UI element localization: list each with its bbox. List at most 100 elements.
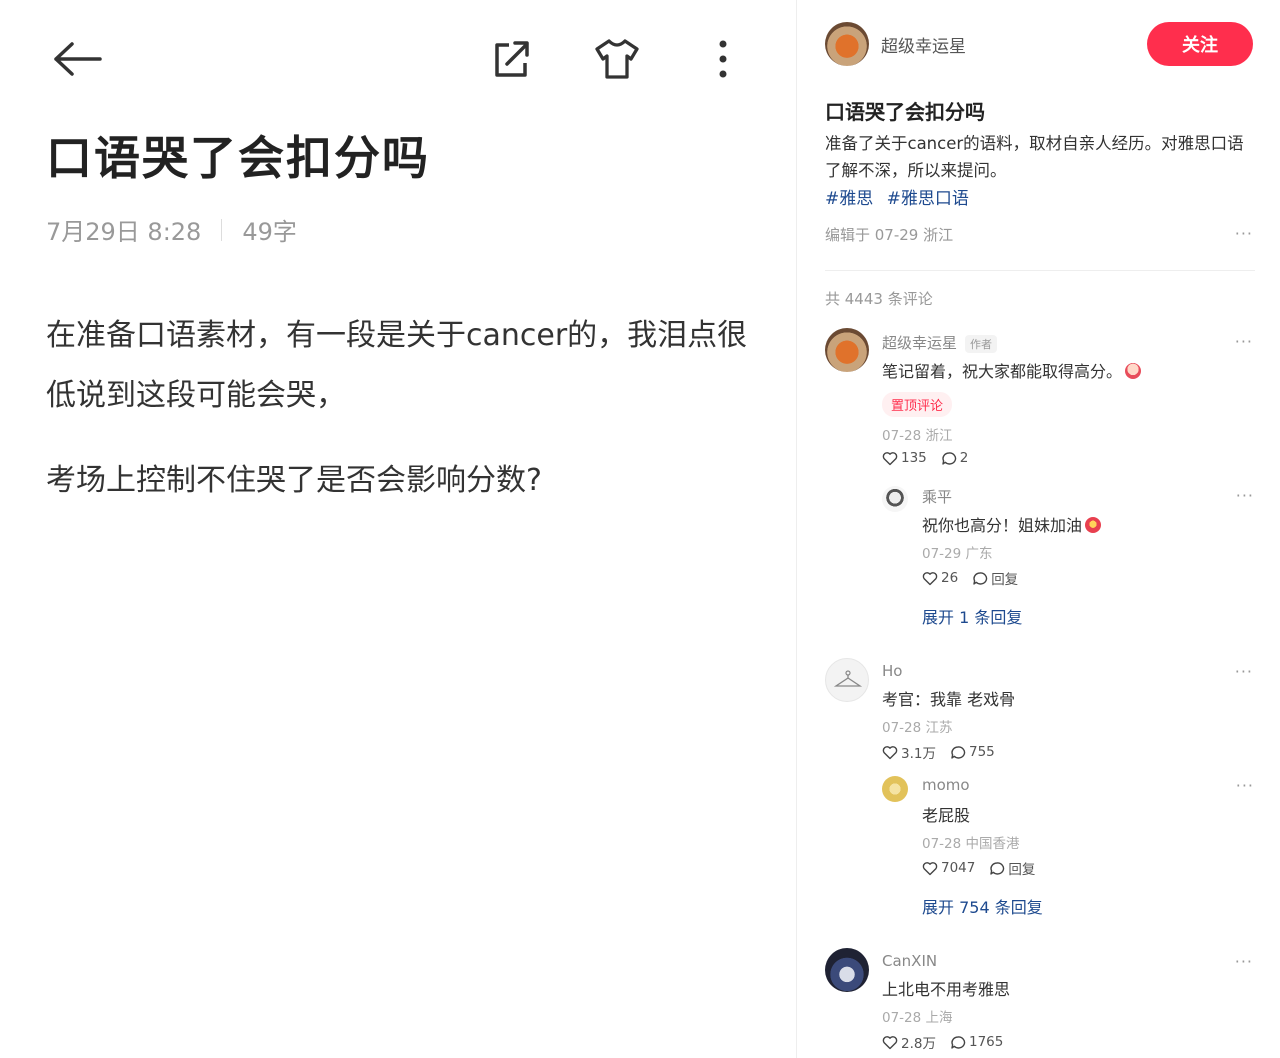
- author-badge: 作者: [965, 334, 998, 353]
- avatar[interactable]: [825, 328, 869, 372]
- reply-count: 2: [959, 450, 969, 466]
- comment-text: 考官：我靠 老戏骨: [882, 690, 1016, 709]
- reply-button[interactable]: 回复: [989, 858, 1035, 878]
- like-button[interactable]: 2.8万: [882, 1032, 936, 1052]
- reply-text-content: 祝你也高分！姐妹加油: [922, 516, 1083, 535]
- reply-count: 1765: [968, 1034, 1004, 1050]
- comment-author[interactable]: 超级幸运星 作者: [882, 332, 998, 353]
- like-count: 135: [901, 450, 927, 466]
- reply-date: 07-29 广东: [922, 546, 993, 562]
- avatar[interactable]: [882, 776, 908, 802]
- heart-icon: [922, 571, 938, 585]
- like-count: 2.8万: [901, 1036, 936, 1052]
- like-button[interactable]: 135: [882, 450, 927, 466]
- comment-bubble-icon: [951, 745, 966, 759]
- tag-list: #雅思 #雅思口语: [825, 184, 977, 209]
- more-vertical-icon[interactable]: [708, 36, 738, 82]
- note-title: 口语哭了会扣分吗: [46, 131, 430, 185]
- share-icon[interactable]: [486, 36, 536, 82]
- comment-bubble-icon: [973, 571, 988, 585]
- like-button[interactable]: 26: [922, 570, 958, 586]
- avatar[interactable]: [825, 658, 869, 702]
- reply-actions: 26 回复: [922, 568, 1032, 588]
- reply-author[interactable]: 乘平: [922, 486, 952, 507]
- tag-link[interactable]: #雅思口语: [887, 189, 969, 209]
- pinned-badge: 置顶评论: [882, 392, 953, 417]
- reply-label: 回复: [1008, 862, 1036, 878]
- reply-button[interactable]: 回复: [972, 568, 1018, 588]
- comment-count: 共 4443 条评论: [825, 290, 933, 308]
- more-icon[interactable]: ···: [1235, 224, 1253, 243]
- comment-bubble-icon: [990, 861, 1005, 875]
- comments-sidebar: 超级幸运星 关注 口语哭了会扣分吗 准备了关于cancer的语料，取材自亲人经历…: [796, 0, 1280, 1058]
- reply-label: 回复: [991, 572, 1019, 588]
- reply-text: 老屁股: [922, 806, 971, 825]
- comment-date: 07-28 上海: [882, 1010, 953, 1026]
- more-icon[interactable]: ···: [1235, 662, 1253, 681]
- comment-date: 07-28 江苏: [882, 720, 953, 736]
- comment-date: 07-28 浙江: [882, 428, 953, 444]
- comment-text: 上北电不用考雅思: [882, 980, 1011, 999]
- reply-author[interactable]: momo: [922, 776, 970, 794]
- reply-button[interactable]: 2: [941, 450, 969, 466]
- note-paragraph: 考场上控制不住哭了是否会影响分数?: [46, 463, 542, 498]
- reply-actions: 7047 回复: [922, 858, 1049, 878]
- note-description: 准备了关于cancer的语料，取材自亲人经历。对雅思口语了解不深，所以来提问。: [825, 134, 1244, 180]
- like-count: 26: [941, 570, 959, 586]
- like-count: 7047: [941, 860, 976, 876]
- reply-button[interactable]: 1765: [950, 1034, 1003, 1050]
- follow-button[interactable]: 关注: [1147, 22, 1253, 66]
- tag-link[interactable]: #雅思: [825, 189, 873, 209]
- note-meta: 7月29日 8:28 49字: [46, 212, 297, 247]
- more-icon[interactable]: ···: [1235, 952, 1253, 971]
- meta-divider: [221, 218, 223, 241]
- comment-text-content: 笔记留着，祝大家都能取得高分。: [882, 362, 1123, 381]
- arrow-left-icon[interactable]: [50, 36, 106, 82]
- author-header: 超级幸运星 关注: [825, 22, 1253, 68]
- more-icon[interactable]: ···: [1235, 332, 1253, 351]
- comment-author-name[interactable]: 超级幸运星: [882, 334, 957, 352]
- more-icon[interactable]: ···: [1236, 486, 1254, 505]
- like-count: 3.1万: [901, 746, 936, 762]
- comment-item: CanXIN ··· 上北电不用考雅思 07-28 上海 2.8万 1765: [825, 948, 1253, 1058]
- avatar[interactable]: [825, 948, 869, 992]
- comment-bubble-icon: [951, 1035, 966, 1049]
- tshirt-icon[interactable]: [592, 36, 642, 82]
- comment-text: 笔记留着，祝大家都能取得高分。: [882, 358, 1142, 382]
- avatar[interactable]: [882, 486, 908, 512]
- comment-author[interactable]: CanXIN: [882, 952, 937, 970]
- expand-replies-link[interactable]: 展开 754 条回复: [922, 894, 1043, 918]
- author-name[interactable]: 超级幸运星: [881, 32, 966, 57]
- expand-replies-link[interactable]: 展开 1 条回复: [922, 604, 1022, 628]
- sidebar-title: 口语哭了会扣分吗: [825, 100, 985, 124]
- heart-icon: [882, 745, 898, 759]
- heart-icon: [882, 451, 898, 465]
- heart-icon: [922, 861, 938, 875]
- note-word-count: 49字: [242, 218, 297, 246]
- reply-item: 乘平 ··· 祝你也高分！姐妹加油 07-29 广东 26 回复: [882, 486, 1254, 596]
- note-content-panel: 口语哭了会扣分吗 7月29日 8:28 49字 在准备口语素材，有一段是关于ca…: [0, 0, 796, 1058]
- hanger-icon: [833, 670, 863, 687]
- reply-button[interactable]: 755: [950, 744, 995, 760]
- like-button[interactable]: 3.1万: [882, 742, 936, 762]
- comment-actions: 2.8万 1765: [882, 1032, 1017, 1052]
- note-body: 在准备口语素材，有一段是关于cancer的，我泪点很低说到这段可能会哭， 考场上…: [46, 306, 756, 536]
- heart-icon: [882, 1035, 898, 1049]
- reply-count: 755: [968, 744, 995, 760]
- note-paragraph: 在准备口语素材，有一段是关于cancer的，我泪点很低说到这段可能会哭，: [46, 318, 748, 413]
- like-button[interactable]: 7047: [922, 860, 975, 876]
- comment-bubble-icon: [942, 451, 956, 465]
- comment-item: 超级幸运星 作者 ··· 笔记留着，祝大家都能取得高分。 置顶评论 07-28 浙…: [825, 328, 1253, 628]
- comment-actions: 135 2: [882, 450, 982, 466]
- more-icon[interactable]: ···: [1236, 776, 1254, 795]
- comment-author[interactable]: Ho: [882, 662, 902, 680]
- reply-date: 07-28 中国香港: [922, 836, 1020, 852]
- avatar[interactable]: [825, 22, 869, 66]
- divider: [825, 270, 1255, 271]
- comment-item: Ho ··· 考官：我靠 老戏骨 07-28 江苏 3.1万 755 momo …: [825, 658, 1253, 918]
- emoji-icon: [1125, 363, 1142, 379]
- reply-text: 祝你也高分！姐妹加油: [922, 512, 1102, 536]
- emoji-icon: [1085, 517, 1102, 533]
- note-date: 7月29日 8:28: [46, 218, 202, 246]
- reply-item: momo ··· 老屁股 07-28 中国香港 7047 回复: [882, 776, 1254, 886]
